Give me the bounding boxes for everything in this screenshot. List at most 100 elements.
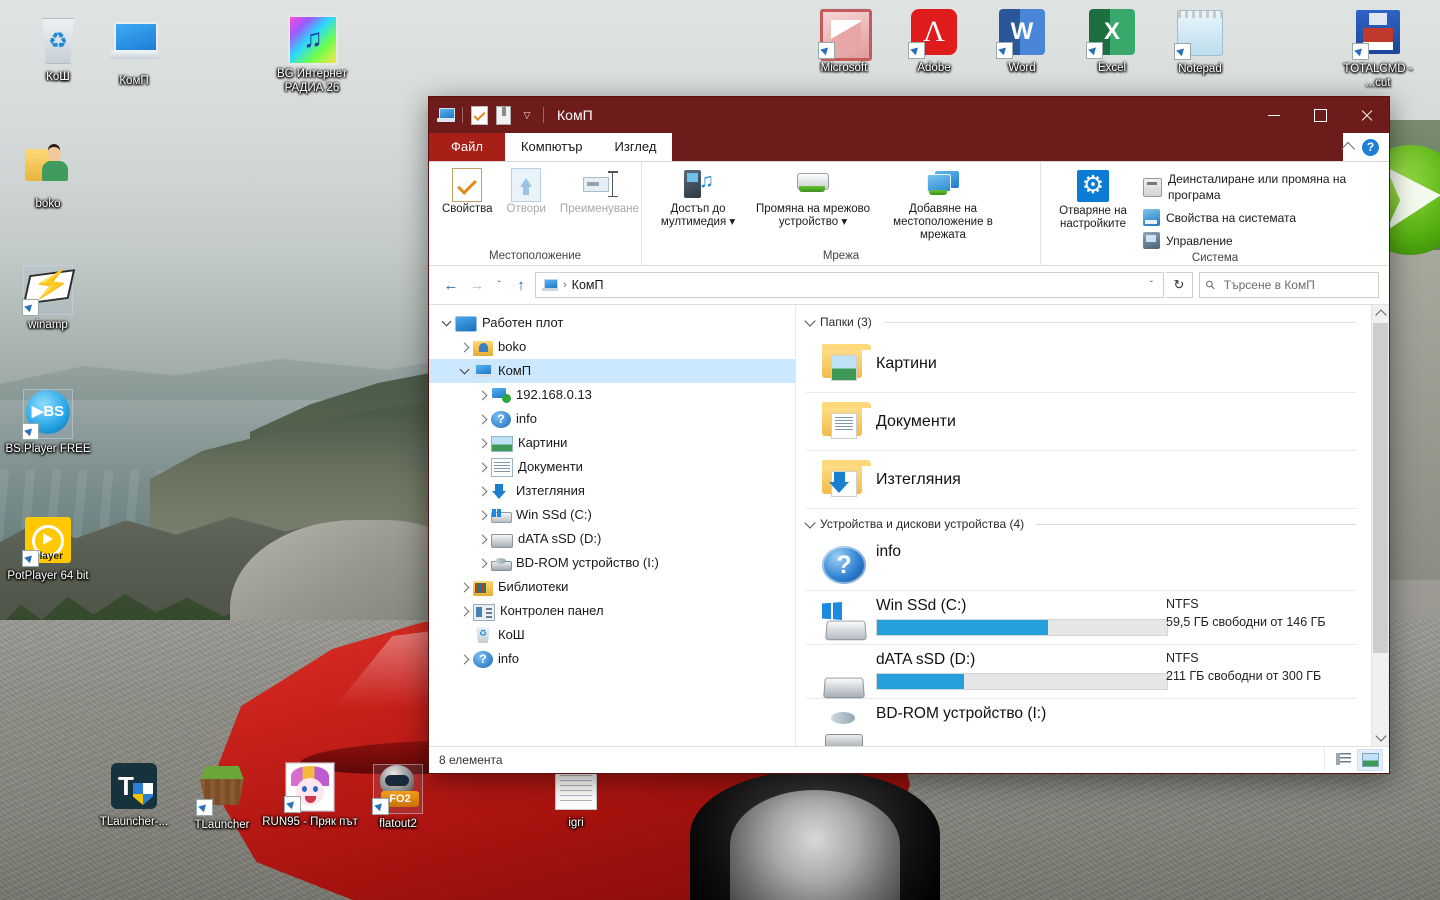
tree-expander[interactable] [455, 359, 473, 383]
tab-view[interactable]: Изглед [598, 133, 673, 161]
help-icon[interactable]: ? [1362, 138, 1379, 156]
add-network-location-button[interactable]: Добавяне на местоположение в мрежата [878, 166, 1008, 244]
tree-expander[interactable] [473, 455, 491, 479]
tree-expander[interactable] [437, 311, 455, 335]
group-header-drives[interactable]: Устройства и дискови устройства (4) [804, 509, 1356, 537]
up-button[interactable]: ↑ [509, 273, 533, 297]
tree-node-drive-9[interactable]: dATA sSD (D:) [429, 527, 795, 551]
tab-computer[interactable]: Компютър [504, 133, 599, 161]
tree-expander[interactable] [473, 407, 491, 431]
open-button[interactable]: Отвори [500, 166, 553, 218]
minimize-button[interactable] [1251, 97, 1297, 133]
tree-node-libraries-11[interactable]: Библиотеки [429, 575, 795, 599]
drive-name: Win SSd (C:) [876, 597, 967, 614]
chevron-down-icon[interactable]: ˇ [1144, 280, 1159, 291]
manage-button[interactable]: Управление [1139, 230, 1383, 251]
folder-item[interactable]: Документи [806, 393, 1356, 451]
desktop-icon-10[interactable]: X Excel [1064, 8, 1160, 75]
drive-item[interactable]: dATA sSD (D:) NTFS 211 ГБ свободни от 300 … [806, 645, 1356, 699]
tree-expander[interactable] [455, 599, 473, 623]
desktop-icon-15[interactable]: RUN95 - Пряк път [262, 762, 358, 829]
tree-node-user-folder-1[interactable]: boko [429, 335, 795, 359]
tree-node-help-14[interactable]: ? info [429, 647, 795, 671]
tree-node-help-4[interactable]: ? info [429, 407, 795, 431]
search-box[interactable]: ⚲ [1199, 272, 1379, 298]
address-bar: ← → ˇ ↑ › КомП ˇ ↻ ⚲ [429, 266, 1389, 304]
tree-node-desktop-0[interactable]: Работен плот [429, 311, 795, 335]
tree-expander[interactable] [455, 623, 473, 647]
desktop-icon-11[interactable]: Notepad [1152, 8, 1248, 76]
properties-check-icon[interactable] [468, 104, 490, 126]
maximize-button[interactable] [1297, 97, 1343, 133]
refresh-button[interactable]: ↻ [1166, 272, 1193, 298]
tree-expander[interactable] [473, 527, 491, 551]
search-input[interactable] [1221, 277, 1372, 293]
media-access-button[interactable]: ♫ Достъп до мултимедия ▾ [648, 166, 748, 231]
tree-expander[interactable] [473, 551, 491, 575]
tree-expander[interactable] [473, 479, 491, 503]
breadcrumb[interactable]: › КомП ˇ [535, 272, 1164, 298]
folder-item[interactable]: Картини [806, 335, 1356, 393]
desktop-icon-2[interactable]: BG Интернет РАДИА 26 [264, 14, 360, 95]
tree-node-downloads-7[interactable]: Изтегляния [429, 479, 795, 503]
scroll-down-button[interactable] [1372, 729, 1389, 746]
desktop-icon-7[interactable]: Microsoft [796, 8, 892, 75]
tree-expander[interactable] [473, 431, 491, 455]
scrollbar-thumb[interactable] [1373, 323, 1388, 653]
uninstall-program-button[interactable]: Деинсталиране или промяна на програма [1139, 169, 1383, 205]
customize-caret-icon[interactable]: ▽ [516, 104, 538, 126]
system-properties-button[interactable]: Свойства на системата [1139, 207, 1383, 228]
scroll-up-button[interactable] [1372, 305, 1389, 322]
desktop-icon-9[interactable]: W Word [974, 8, 1070, 75]
close-button[interactable] [1343, 97, 1389, 133]
breadcrumb-current[interactable]: КомП [572, 278, 604, 292]
map-network-drive-button[interactable]: Промяна на мрежово устройство ▾ [748, 166, 878, 231]
desktop-icon-14[interactable]: TLauncher [174, 762, 270, 832]
desktop-icon-5[interactable]: ▶BS BS.Player FREE [0, 388, 96, 456]
tree-node-computer-2[interactable]: КомП [429, 359, 795, 383]
wallpaper-car-wheel-rim [730, 790, 900, 900]
tree-node-optical-drive-10[interactable]: BD-ROM устройство (I:) [429, 551, 795, 575]
group-header-folders[interactable]: Папки (3) [804, 313, 1356, 335]
tree-expander[interactable] [455, 575, 473, 599]
tree-expander[interactable] [473, 503, 491, 527]
vertical-scrollbar[interactable] [1371, 305, 1389, 746]
desktop-icon-12[interactable]: TOTALCMD - ...cut [1330, 8, 1426, 90]
back-button[interactable]: ← [439, 273, 463, 297]
desktop-icon-13[interactable]: T TLauncher-... [86, 762, 182, 829]
recent-locations-button[interactable]: ˇ [491, 273, 507, 297]
chevron-down-icon[interactable] [804, 314, 816, 327]
desktop-icon-1[interactable]: КомП [86, 18, 182, 88]
collapse-ribbon-icon[interactable] [1340, 141, 1356, 156]
desktop-icon-6[interactable]: Player PotPlayer 64 bit [0, 516, 96, 583]
desktop-icon-3[interactable]: boko [0, 140, 96, 211]
desktop-icon-4[interactable]: ⚡ winamp [0, 262, 96, 332]
tree-node-control-panel-12[interactable]: Контролен панел [429, 599, 795, 623]
group-folders-label: Папки (3) [820, 315, 872, 329]
chevron-down-icon[interactable] [804, 516, 816, 529]
book-icon[interactable] [492, 104, 514, 126]
desktop-icon-label: Excel [1097, 62, 1127, 74]
computer-icon[interactable] [435, 104, 457, 126]
tree-node-system-drive-8[interactable]: Win SSd (C:) [429, 503, 795, 527]
rename-button[interactable]: Преименуване [553, 166, 646, 218]
desktop-icon-8[interactable]: Λ Adobe [886, 8, 982, 75]
drive-item[interactable]: BD-ROM устройство (I:) [806, 699, 1356, 746]
tree-node-network-computer-3[interactable]: 192.168.0.13 [429, 383, 795, 407]
folder-item[interactable]: Изтегляния [806, 451, 1356, 509]
tree-expander[interactable] [455, 647, 473, 671]
large-icons-view-button[interactable] [1357, 749, 1383, 771]
filesystem-label: NTFS [1166, 651, 1199, 665]
drive-item[interactable]: Win SSd (C:) NTFS 59,5 ГБ свободни от 146 … [806, 591, 1356, 645]
tree-expander[interactable] [473, 383, 491, 407]
details-view-button[interactable] [1331, 749, 1355, 769]
drive-item[interactable]: ? info [806, 537, 1356, 591]
open-settings-button[interactable]: Отваряне на настройките [1047, 168, 1139, 233]
tree-node-documents-6[interactable]: Документи [429, 455, 795, 479]
properties-button[interactable]: Свойства [435, 166, 500, 218]
forward-button[interactable]: → [465, 273, 489, 297]
tree-node-pictures-5[interactable]: Картини [429, 431, 795, 455]
tab-file[interactable]: Файл [429, 133, 505, 161]
tree-node-recycle-bin-13[interactable]: КоШ [429, 623, 795, 647]
tree-expander[interactable] [455, 335, 473, 359]
